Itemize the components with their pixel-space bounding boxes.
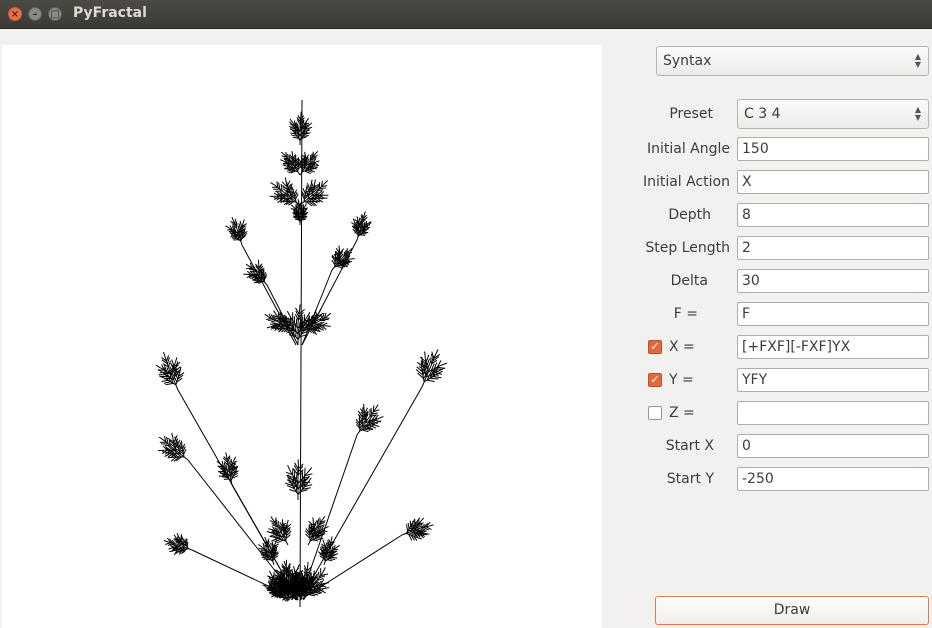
initial-action-label: Initial Action xyxy=(642,174,730,190)
z-rule-checkbox[interactable] xyxy=(648,406,662,420)
y-rule-input[interactable] xyxy=(737,368,929,392)
draw-button[interactable]: Draw xyxy=(655,596,929,625)
y-rule-checkbox[interactable]: ✓ xyxy=(648,373,662,387)
start-y-input[interactable] xyxy=(737,467,929,491)
updown-icon: ▲ ▼ xyxy=(914,105,921,122)
preset-select-value: C 3 4 xyxy=(744,106,781,122)
fractal-drawing xyxy=(155,99,448,608)
mode-select[interactable]: Syntax ▲ ▼ xyxy=(656,46,929,76)
preset-label: Preset xyxy=(669,106,713,122)
delta-input[interactable] xyxy=(737,269,929,293)
x-rule-checkbox[interactable]: ✓ xyxy=(648,340,662,354)
updown-icon: ▲ ▼ xyxy=(914,52,921,69)
initial-angle-label: Initial Angle xyxy=(646,141,730,157)
close-icon[interactable]: × xyxy=(8,7,22,21)
fractal-canvas xyxy=(2,45,602,628)
preset-select[interactable]: C 3 4 ▲ ▼ xyxy=(737,99,929,129)
maximize-icon[interactable]: □ xyxy=(48,7,62,21)
x-rule-label: X = xyxy=(669,339,695,355)
depth-input[interactable] xyxy=(737,203,929,227)
step-length-label: Step Length xyxy=(645,240,730,256)
initial-action-input[interactable] xyxy=(737,170,929,194)
start-y-label: Start Y xyxy=(666,471,714,487)
mode-select-value: Syntax xyxy=(663,53,712,69)
title-bar: × – □ PyFractal xyxy=(0,0,932,29)
minimize-icon[interactable]: – xyxy=(28,7,42,21)
start-x-input[interactable] xyxy=(737,434,929,458)
check-icon: ✓ xyxy=(650,340,660,353)
z-rule-input[interactable] xyxy=(737,401,929,425)
start-x-label: Start X xyxy=(665,438,714,454)
f-rule-input[interactable] xyxy=(737,302,929,326)
depth-label: Depth xyxy=(668,207,711,223)
x-rule-input[interactable] xyxy=(737,335,929,359)
y-rule-label: Y = xyxy=(669,372,694,388)
z-rule-label: Z = xyxy=(669,405,695,421)
delta-label: Delta xyxy=(670,273,708,289)
initial-angle-input[interactable] xyxy=(737,137,929,161)
f-rule-label: F = xyxy=(673,306,698,322)
step-length-input[interactable] xyxy=(737,236,929,260)
check-icon: ✓ xyxy=(650,373,660,386)
window-title: PyFractal xyxy=(73,5,147,21)
